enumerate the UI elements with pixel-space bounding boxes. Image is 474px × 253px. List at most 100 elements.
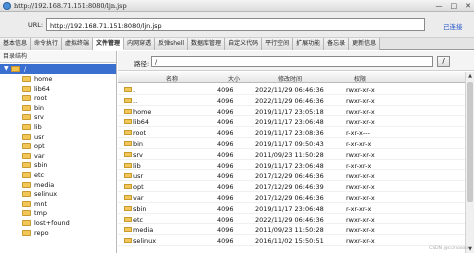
directory-tree: home lib64 root bin srv lib usr opt var …	[0, 74, 116, 237]
table-row[interactable]: media 4096 2011/09/23 11:50:28 rwxr-xr-x	[118, 224, 465, 236]
expand-arrow-icon[interactable]: ▼	[4, 65, 9, 72]
folder-icon	[124, 173, 132, 179]
url-input[interactable]: http://192.168.71.151:8080/ljn.jsp	[46, 18, 425, 31]
folder-icon	[124, 194, 132, 200]
tree-item-home[interactable]: home	[0, 74, 116, 84]
file-mtime: 2019/11/17 23:06:48	[255, 118, 324, 127]
table-row[interactable]: home 4096 2019/11/17 23:05:18 rwxr-xr-x	[118, 106, 465, 117]
maximize-icon[interactable]: □	[451, 2, 458, 10]
tree-item-label: selinux	[34, 190, 58, 199]
window-titlebar: http://192.168.71.151:8080/ljn.jsp — □ ✕	[0, 0, 474, 12]
scrollbar-thumb[interactable]	[467, 82, 473, 202]
file-permission: rwxr-xr-x	[346, 96, 375, 105]
tree-item-lib64[interactable]: lib64	[0, 84, 116, 94]
table-row[interactable]: etc 4096 2022/11/29 06:46:36 rwxr-xr-x	[118, 214, 465, 225]
path-value: /	[155, 58, 158, 66]
tab-memo[interactable]: 备忘录	[324, 38, 350, 50]
tab-custom-code[interactable]: 自定义代码	[225, 38, 263, 50]
folder-icon	[124, 140, 132, 146]
file-permission: rwxr-xr-x	[346, 107, 375, 116]
path-input[interactable]: /	[151, 56, 433, 67]
scroll-up-icon[interactable]: ▲	[466, 72, 474, 80]
tree-item-sbin[interactable]: sbin	[0, 160, 116, 170]
tree-item-var[interactable]: var	[0, 151, 116, 161]
tree-item-selinux[interactable]: selinux	[0, 189, 116, 199]
file-mtime: 2017/12/29 06:46:36	[255, 193, 324, 202]
file-mtime: 2022/11/29 06:46:36	[255, 86, 324, 94]
tab-basic-info[interactable]: 基本信息	[0, 38, 32, 50]
tab-update-info[interactable]: 更新信息	[349, 38, 381, 50]
folder-icon	[22, 133, 31, 140]
vertical-scrollbar[interactable]: ▲ ▼	[465, 72, 474, 253]
tree-item-label: etc	[34, 170, 45, 179]
file-permission: rwxr-xr-x	[346, 183, 375, 192]
connection-status-link[interactable]: 己连接	[443, 21, 463, 31]
close-icon[interactable]: ✕	[465, 2, 471, 10]
table-row[interactable]: srv 4096 2011/09/23 11:50:28 rwxr-xr-x	[118, 149, 465, 160]
table-row[interactable]: lib 4096 2019/11/17 23:06:48 r-xr-xr-x	[118, 160, 465, 171]
tree-item-media[interactable]: media	[0, 180, 116, 190]
tab-virtual-terminal[interactable]: 虚拟终端	[62, 38, 94, 50]
file-mtime: 2019/11/17 09:50:43	[255, 139, 324, 148]
tree-item-etc[interactable]: etc	[0, 170, 116, 180]
table-row[interactable]: opt 4096 2017/12/29 06:46:39 rwxr-xr-x	[118, 181, 465, 192]
tab-file-manager[interactable]: 文件管理	[93, 38, 125, 50]
folder-icon	[22, 85, 31, 92]
file-name: lib	[133, 161, 141, 170]
tree-item-lost-found[interactable]: lost+found	[0, 218, 116, 228]
directory-tree-panel: 目录结构 ▼ / home lib64 root bin srv lib usr…	[0, 51, 117, 253]
file-mtime: 2016/11/02 15:50:51	[255, 237, 324, 246]
tab-extensions[interactable]: 扩展功能	[293, 38, 325, 50]
tree-item-bin[interactable]: bin	[0, 103, 116, 113]
folder-icon	[124, 205, 132, 211]
table-row[interactable]: sbin 4096 2019/11/17 23:06:48 r-xr-xr-x	[118, 203, 465, 214]
column-header-time[interactable]: 修改时间	[278, 74, 302, 83]
file-size: 4096	[217, 204, 234, 213]
file-size: 4096	[217, 172, 234, 181]
tree-item-mnt[interactable]: mnt	[0, 199, 116, 209]
table-row[interactable]: selinux 4096 2016/11/02 15:50:51 rwxr-xr-x	[118, 235, 465, 246]
folder-icon	[124, 87, 132, 92]
file-size: 4096	[217, 107, 234, 116]
folder-icon	[22, 114, 31, 121]
file-name: opt	[133, 183, 144, 192]
tab-reverse-shell[interactable]: 反弹shell	[155, 38, 189, 50]
file-name: home	[133, 107, 152, 116]
table-row[interactable]: bin 4096 2019/11/17 09:50:43 r-xr-xr-x	[118, 138, 465, 149]
tab-intranet-tunnel[interactable]: 内网穿透	[124, 38, 156, 50]
folder-icon	[124, 130, 132, 136]
tree-item-root[interactable]: root	[0, 93, 116, 103]
table-row[interactable]: . 4096 2022/11/29 06:46:36 rwxr-xr-x	[118, 84, 465, 95]
file-permission: rwxr-xr-x	[346, 150, 375, 159]
table-row[interactable]: usr 4096 2017/12/29 06:46:36 rwxr-xr-x	[118, 170, 465, 182]
file-permission: rwxr-xr-x	[346, 172, 375, 181]
file-permission: rwxr-xr-x	[346, 193, 375, 202]
tree-item-label: usr	[34, 132, 45, 141]
tree-item-label: repo	[34, 228, 49, 237]
tree-item-repo[interactable]: repo	[0, 228, 116, 238]
column-header-name[interactable]: 名称	[166, 74, 178, 83]
tab-database-manager[interactable]: 数据库管理	[188, 38, 226, 50]
tree-root-item[interactable]: ▼ /	[0, 64, 116, 74]
path-go-button[interactable]: /	[437, 56, 450, 67]
column-header-permission[interactable]: 权限	[354, 74, 366, 83]
table-row[interactable]: root 4096 2019/11/17 23:08:36 r-xr-x---	[118, 127, 465, 138]
tree-item-usr[interactable]: usr	[0, 132, 116, 142]
file-mtime: 2017/12/29 06:46:36	[255, 172, 324, 181]
table-row[interactable]: var 4096 2017/12/29 06:46:36 rwxr-xr-x	[118, 192, 465, 203]
file-permission: rwxr-xr-x	[346, 118, 375, 127]
table-row[interactable]: .. 4096 2022/11/29 06:46:36 rwxr-xr-x	[118, 95, 465, 106]
tree-item-opt[interactable]: opt	[0, 141, 116, 151]
folder-icon	[124, 151, 132, 157]
tree-item-tmp[interactable]: tmp	[0, 208, 116, 218]
tree-item-srv[interactable]: srv	[0, 112, 116, 122]
path-label: 路径:	[134, 60, 150, 68]
tab-parallel-space[interactable]: 平行空间	[262, 38, 294, 50]
folder-icon	[22, 210, 31, 217]
tree-item-lib[interactable]: lib	[0, 122, 116, 132]
column-header-size[interactable]: 大小	[228, 74, 240, 83]
minimize-icon[interactable]: —	[436, 2, 443, 10]
tab-command-exec[interactable]: 命令执行	[31, 38, 63, 50]
folder-icon	[124, 162, 132, 168]
table-row[interactable]: lib64 4096 2019/11/17 23:06:48 rwxr-xr-x	[118, 116, 465, 128]
